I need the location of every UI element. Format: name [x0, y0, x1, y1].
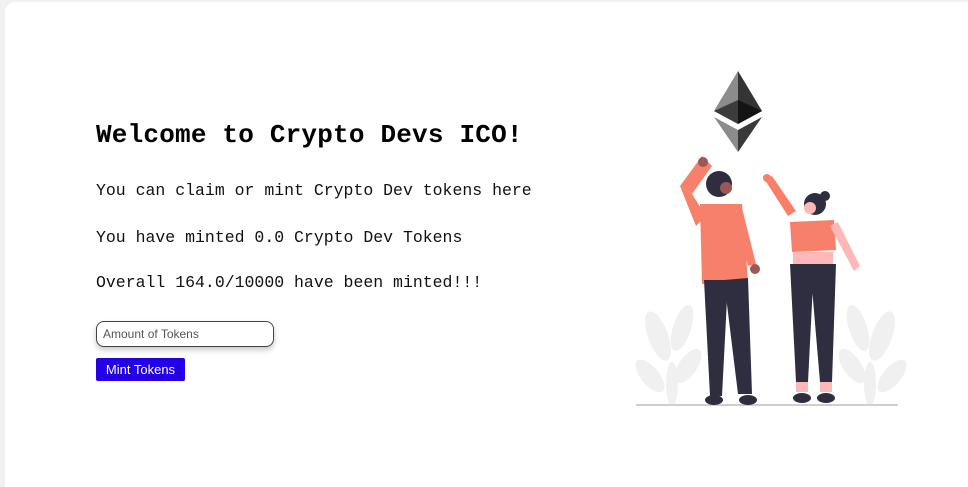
amount-of-tokens-input[interactable] [96, 321, 274, 347]
plant-right-icon [838, 305, 907, 406]
page-title: Welcome to Crypto Devs ICO! [96, 120, 523, 150]
ethereum-icon [714, 71, 762, 152]
plant-left-icon [635, 305, 702, 406]
ethereum-people-illustration [635, 71, 907, 406]
description-text: You can claim or mint Crypto Dev tokens … [96, 181, 532, 200]
minted-count-text: You have minted 0.0 Crypto Dev Tokens [96, 228, 463, 247]
welcome-section: Welcome to Crypto Devs ICO! [96, 120, 523, 150]
overall-minted-text: Overall 164.0/10000 have been minted!!! [96, 273, 483, 292]
mint-tokens-button[interactable]: Mint Tokens [96, 358, 185, 381]
